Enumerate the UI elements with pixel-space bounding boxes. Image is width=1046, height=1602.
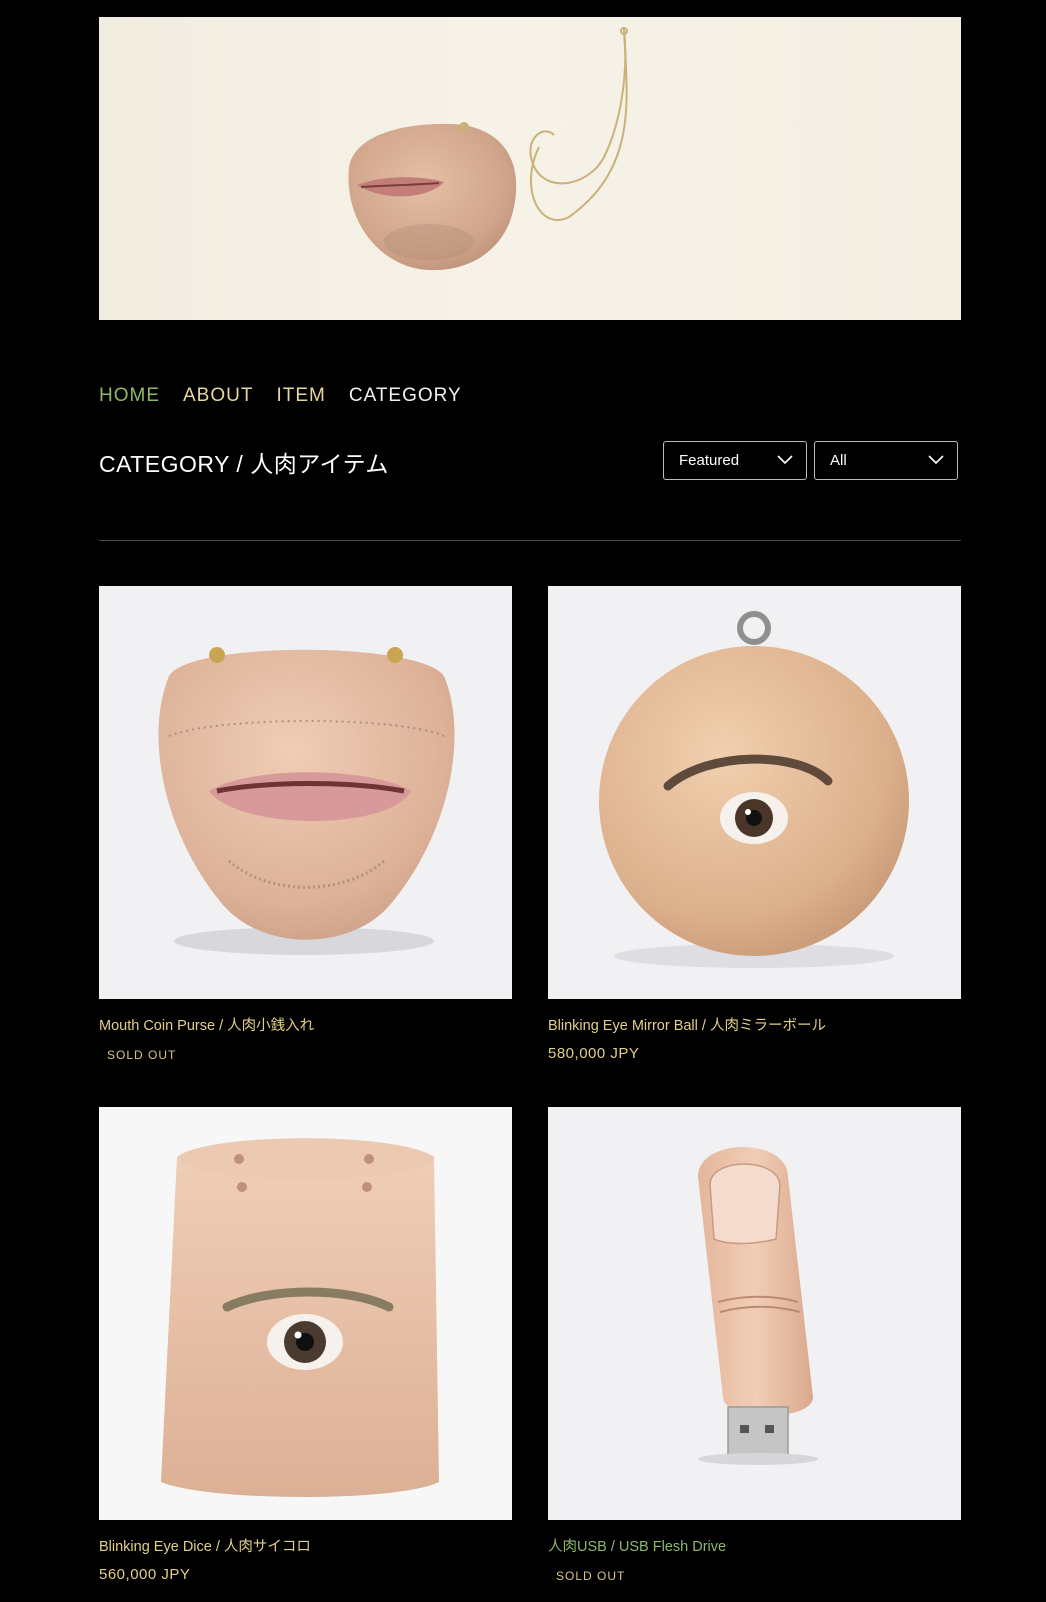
- product-card[interactable]: Blinking Eye Mirror Ball / 人肉ミラーボール 580,…: [548, 586, 961, 1062]
- sort-select-value: Featured: [679, 452, 740, 469]
- page-title: CATEGORY / 人肉アイテム: [99, 451, 389, 477]
- filter-select[interactable]: All: [814, 441, 958, 480]
- product-card[interactable]: 人肉USB / USB Flesh Drive SOLD OUT: [548, 1107, 961, 1583]
- product-name[interactable]: Blinking Eye Mirror Ball / 人肉ミラーボール: [548, 1014, 961, 1035]
- sort-select[interactable]: Featured: [663, 441, 807, 480]
- main-nav: HOME ABOUT ITEM CATEGORY: [99, 385, 462, 407]
- nav-item-link[interactable]: ITEM: [276, 385, 325, 407]
- hero-banner: [99, 17, 961, 320]
- product-image-mouth-coin-purse[interactable]: [99, 586, 512, 999]
- chevron-down-icon: [928, 455, 944, 465]
- filter-select-value: All: [830, 452, 847, 469]
- product-price: 560,000 JPY: [99, 1566, 191, 1583]
- product-image-finger-usb[interactable]: [548, 1107, 961, 1520]
- product-price: 580,000 JPY: [548, 1045, 640, 1062]
- product-name[interactable]: 人肉USB / USB Flesh Drive: [548, 1535, 961, 1556]
- product-name[interactable]: Blinking Eye Dice / 人肉サイコロ: [99, 1535, 512, 1556]
- sold-out-badge: SOLD OUT: [107, 1048, 177, 1062]
- page: HOME ABOUT ITEM CATEGORY CATEGORY / 人肉アイ…: [0, 0, 1046, 1602]
- product-image-eye-mirror-ball[interactable]: [548, 586, 961, 999]
- sold-out-badge: SOLD OUT: [556, 1569, 626, 1583]
- nav-about-link[interactable]: ABOUT: [183, 385, 253, 407]
- divider: [99, 540, 961, 541]
- product-name[interactable]: Mouth Coin Purse / 人肉小銭入れ: [99, 1014, 512, 1035]
- product-card[interactable]: Blinking Eye Dice / 人肉サイコロ 560,000 JPY: [99, 1107, 512, 1583]
- product-image-eye-dice[interactable]: [99, 1107, 512, 1520]
- hero-mouth-necklace-image: [348, 27, 628, 271]
- chevron-down-icon: [777, 455, 793, 465]
- nav-home-link[interactable]: HOME: [99, 385, 160, 407]
- product-card[interactable]: Mouth Coin Purse / 人肉小銭入れ SOLD OUT: [99, 586, 512, 1062]
- nav-category-link[interactable]: CATEGORY: [349, 385, 462, 407]
